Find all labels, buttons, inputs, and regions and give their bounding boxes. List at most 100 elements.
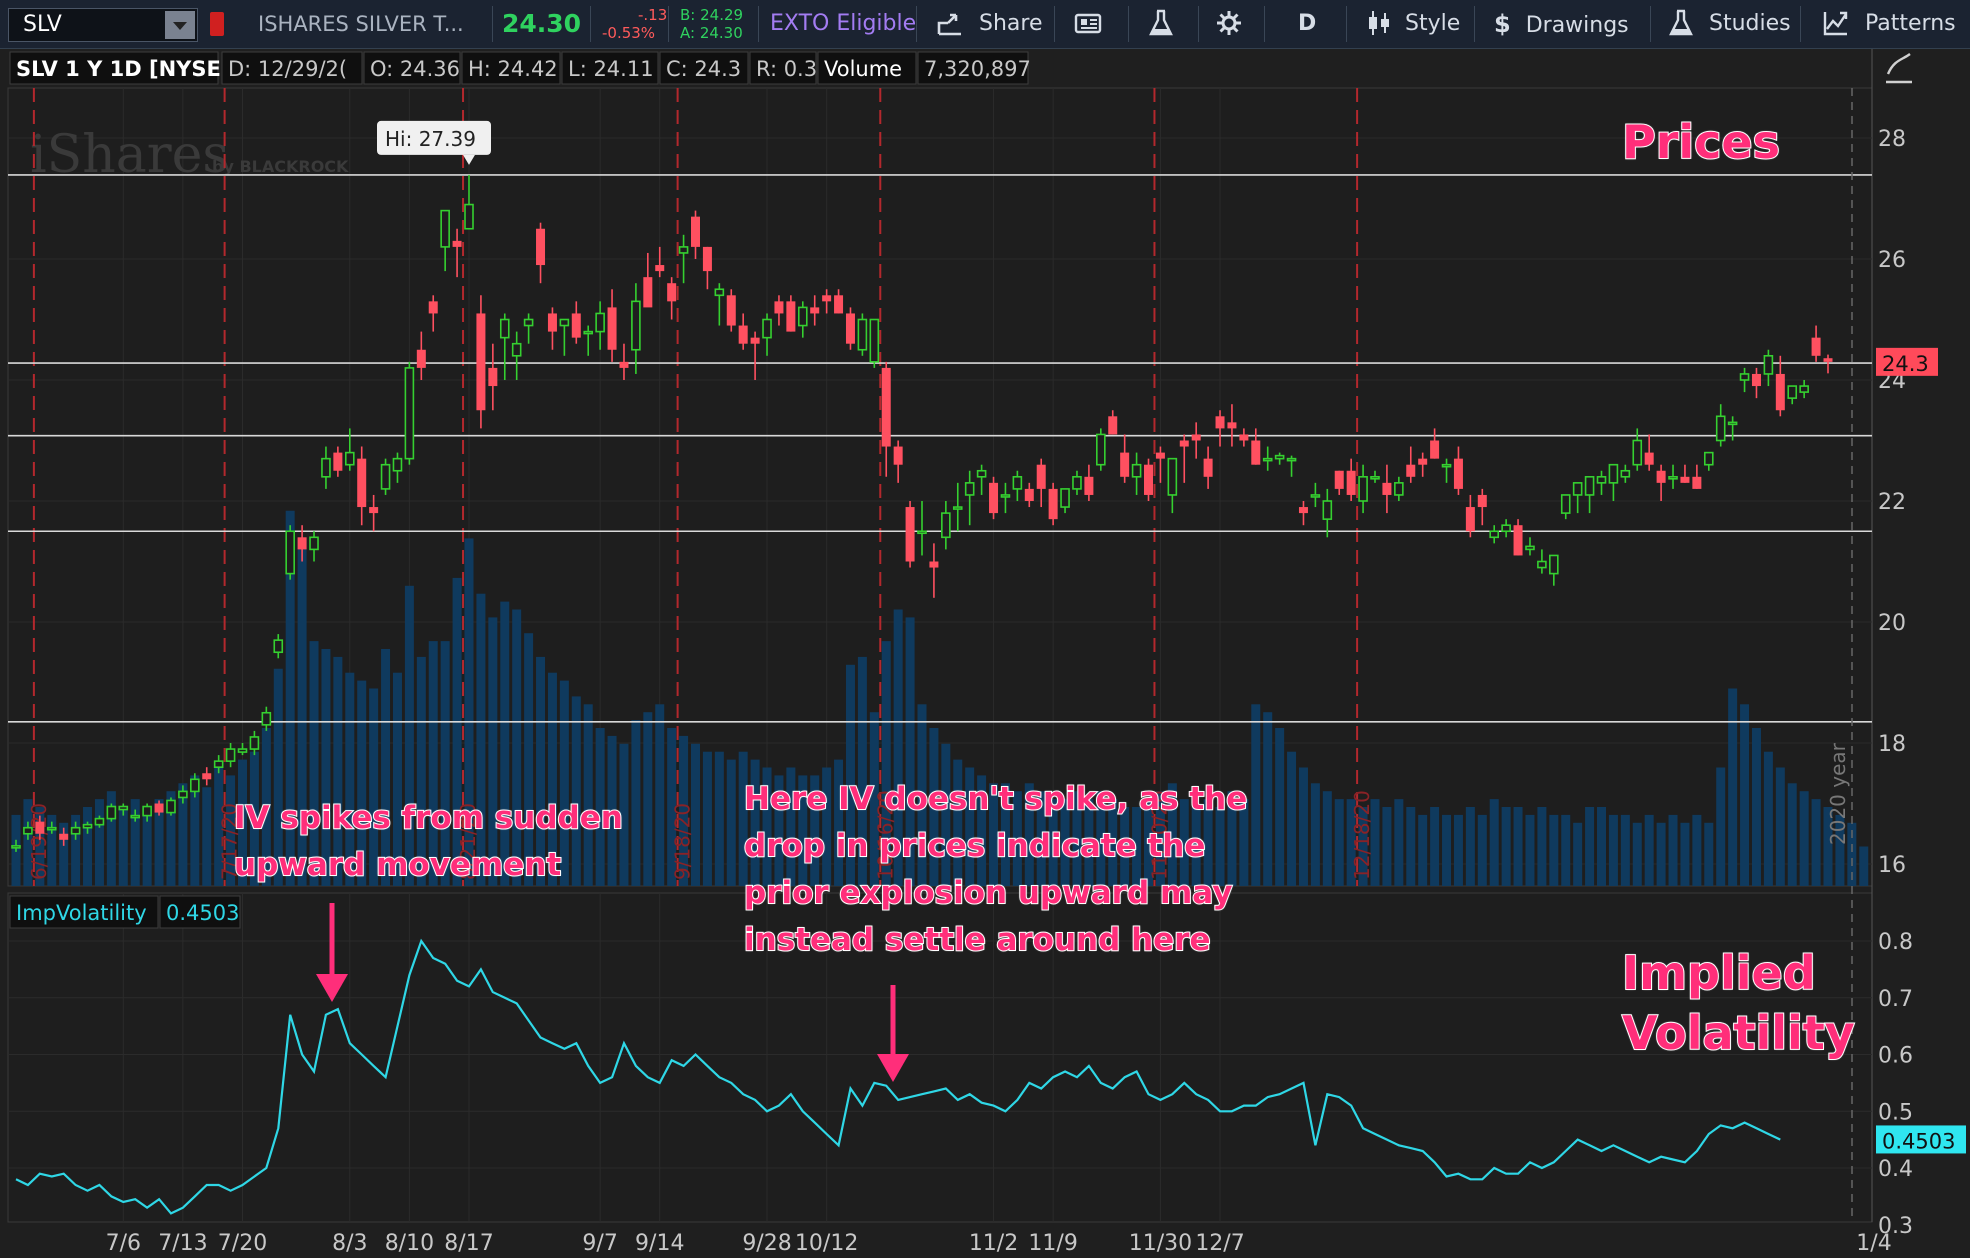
candle-body [1072,475,1082,490]
candle-body [655,265,665,272]
iv-axis-tick: 0.4 [1878,1157,1913,1182]
patterns-button[interactable]: Patterns [1822,0,1956,48]
symbol-text: SLV [23,12,62,37]
volume-bar [1561,814,1571,886]
candle-body [1084,476,1094,495]
toolbar: SLV ISHARES SILVER T... 24.30 -.13 -0.53… [0,0,1970,49]
symbol-input[interactable]: SLV [8,8,198,42]
candle-body [1632,439,1643,466]
candle-body [976,469,987,478]
candle-body [941,512,951,539]
symbol-dropdown-button[interactable] [165,11,195,39]
candle-body [1048,488,1058,520]
volume-bar [1692,814,1702,886]
x-axis-tick: 11/30 [1129,1231,1192,1256]
alert-flag-icon[interactable] [210,12,224,36]
candle-body [440,209,450,248]
annotation-implied: Implied [1621,945,1817,1001]
volume-bar [702,751,712,886]
net-change: -.13 [638,6,668,24]
drawings-button[interactable]: $ Drawings [1494,0,1629,48]
volume-bar [1549,814,1559,886]
candle-body [1751,373,1761,387]
volume-bar [1573,822,1583,886]
volume-bar [738,751,748,886]
candle-body [142,805,152,817]
header-value: 7,320,897 [924,57,1031,81]
volume-bar [714,751,724,886]
candle-body [1537,560,1547,569]
separator [1264,6,1265,42]
candle-body [35,821,45,834]
x-axis-tick: 8/3 [332,1231,367,1256]
candle-body [1120,452,1130,477]
candle-body [1775,373,1785,411]
event-date-label: 6/19/20 [27,803,51,880]
settings-button[interactable] [1214,0,1244,48]
price-axis-tick: 20 [1878,611,1906,636]
candle-body [1680,476,1690,483]
candle-body [786,301,796,332]
separator [1474,6,1475,42]
annotation-volatility: Volatility [1621,1005,1856,1061]
studies-button[interactable]: Studies [1668,0,1791,48]
separator [1650,6,1651,42]
header-value: Volume [824,57,902,81]
style-button[interactable]: Style [1366,0,1460,48]
period-selector[interactable]: D [1298,0,1316,48]
pattern-icon [1823,11,1848,36]
candle-body [1036,464,1046,489]
news-icon [1074,13,1102,34]
volume-bar [500,601,510,886]
volume-bar [1644,814,1654,886]
annotation-drop-line4: instead settle around here [743,921,1211,959]
candle-body [523,318,534,327]
candle-body [1191,434,1201,441]
event-date-label: 12/18/20 [1350,790,1374,880]
price-chart[interactable]: iSharesby BLACKROCK6/19/20 7/17/20 8/21/20… [0,49,1970,1258]
candle-body [1131,463,1142,478]
candle-body [1620,469,1631,478]
annotation-spike-line2: upward movement [233,846,562,884]
candle-body [1203,458,1213,477]
candle-body [1060,488,1070,508]
candle-body [595,312,605,333]
candle-body [1453,458,1463,489]
candle-body [1286,457,1297,462]
volume-bar [1704,822,1714,886]
drawings-label: Drawings [1525,13,1629,38]
separator [758,6,759,42]
annotation-drop-line1: Here IV doesn't spike, as the [743,780,1248,818]
candle-body [797,306,808,327]
volume-bar [1251,704,1261,886]
candle-body [511,342,522,357]
flask-button[interactable] [1148,0,1174,48]
candle-body [1763,354,1774,375]
separator [590,6,591,42]
candle-body [1644,452,1654,465]
candle-body [1560,494,1571,514]
gear-icon [1217,11,1241,35]
candle-body [46,826,57,831]
candle-body [70,826,81,835]
candle-body [1322,500,1333,520]
candle-body [1144,464,1153,495]
volume-bar [1597,807,1606,886]
candle-body [1811,337,1821,356]
separator [668,6,669,42]
header-value: SLV 1 Y 1D [NYSE] [16,57,230,81]
share-button[interactable]: Share [936,0,1043,48]
iv-axis-tick: 0.7 [1878,987,1913,1012]
exto-eligible-label[interactable]: EXTO Eligible [770,0,916,48]
volume-bar [404,585,414,886]
candle-body [1596,475,1607,484]
x-axis-tick: 7/20 [218,1231,267,1256]
volume-bar [1525,814,1535,886]
candle-body [1370,475,1380,480]
news-button[interactable] [1074,0,1104,48]
candle-body [1715,415,1726,442]
volume-bar [1811,799,1821,886]
candle-body [285,530,295,575]
x-axis-tick: 7/13 [158,1231,207,1256]
candle-body [1739,373,1750,381]
